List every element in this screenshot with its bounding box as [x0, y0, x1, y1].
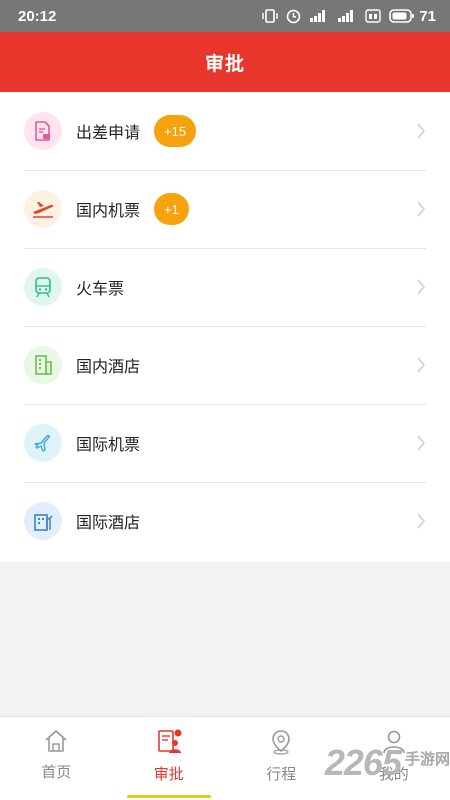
status-time: 20:12 [18, 7, 57, 25]
battery-level: 71 [419, 7, 436, 25]
vibrate-icon [262, 9, 279, 23]
watermark-number: 2265 [324, 742, 402, 783]
approval-list: 出差申请 +15 国内机票 +1 火车票 国内酒店 国际机票 国际酒店 [0, 92, 450, 562]
tab-label: 行程 [266, 766, 297, 783]
item-label: 国际酒店 [76, 515, 141, 532]
signal-icon-1 [309, 9, 329, 23]
hd-icon [365, 9, 382, 23]
item-label: 国内酒店 [76, 359, 141, 376]
list-item-train-ticket[interactable]: 火车票 [0, 248, 450, 326]
building-icon [24, 346, 62, 384]
page-header: 审批 [0, 32, 450, 92]
document-icon [24, 112, 62, 150]
item-label: 国内机票 [76, 203, 141, 220]
chevron-right-icon [417, 357, 426, 373]
watermark-text: 手游网 [404, 750, 450, 768]
approval-icon [157, 729, 182, 753]
item-label: 出差申请 [76, 125, 141, 142]
home-icon [45, 730, 67, 752]
battery: 71 [389, 8, 436, 25]
list-item-international-hotel[interactable]: 国际酒店 [0, 482, 450, 560]
status-icons: 71 [262, 8, 436, 25]
tab-label: 审批 [153, 766, 184, 783]
chevron-right-icon [417, 513, 426, 529]
tab-label: 首页 [41, 764, 72, 781]
status-bar: 20:12 71 [0, 0, 450, 32]
tab-approval[interactable]: 审批 [113, 717, 226, 800]
list-item-international-flight[interactable]: 国际机票 [0, 404, 450, 482]
chevron-right-icon [417, 201, 426, 217]
plane-takeoff-icon [24, 190, 62, 228]
plane-icon [24, 424, 62, 462]
train-icon [24, 268, 62, 306]
count-badge: +1 [154, 193, 189, 225]
chevron-right-icon [417, 279, 426, 295]
list-item-trip-application[interactable]: 出差申请 +15 [0, 92, 450, 170]
tab-home[interactable]: 首页 [0, 717, 113, 800]
count-badge: +15 [154, 115, 197, 147]
page-title: 审批 [204, 53, 245, 75]
item-label: 火车票 [76, 281, 125, 298]
alarm-icon [286, 9, 301, 24]
chevron-right-icon [417, 435, 426, 451]
battery-icon [389, 9, 415, 23]
active-tab-indicator [126, 795, 211, 798]
tab-itinerary[interactable]: 行程 [225, 717, 338, 800]
list-item-domestic-flight[interactable]: 国内机票 +1 [0, 170, 450, 248]
item-label: 国际机票 [76, 437, 141, 454]
watermark: 2265 手游网 [325, 742, 450, 784]
hotel-icon [24, 502, 62, 540]
chevron-right-icon [417, 123, 426, 139]
list-item-domestic-hotel[interactable]: 国内酒店 [0, 326, 450, 404]
location-icon [272, 730, 291, 755]
signal-icon-2 [337, 9, 357, 23]
